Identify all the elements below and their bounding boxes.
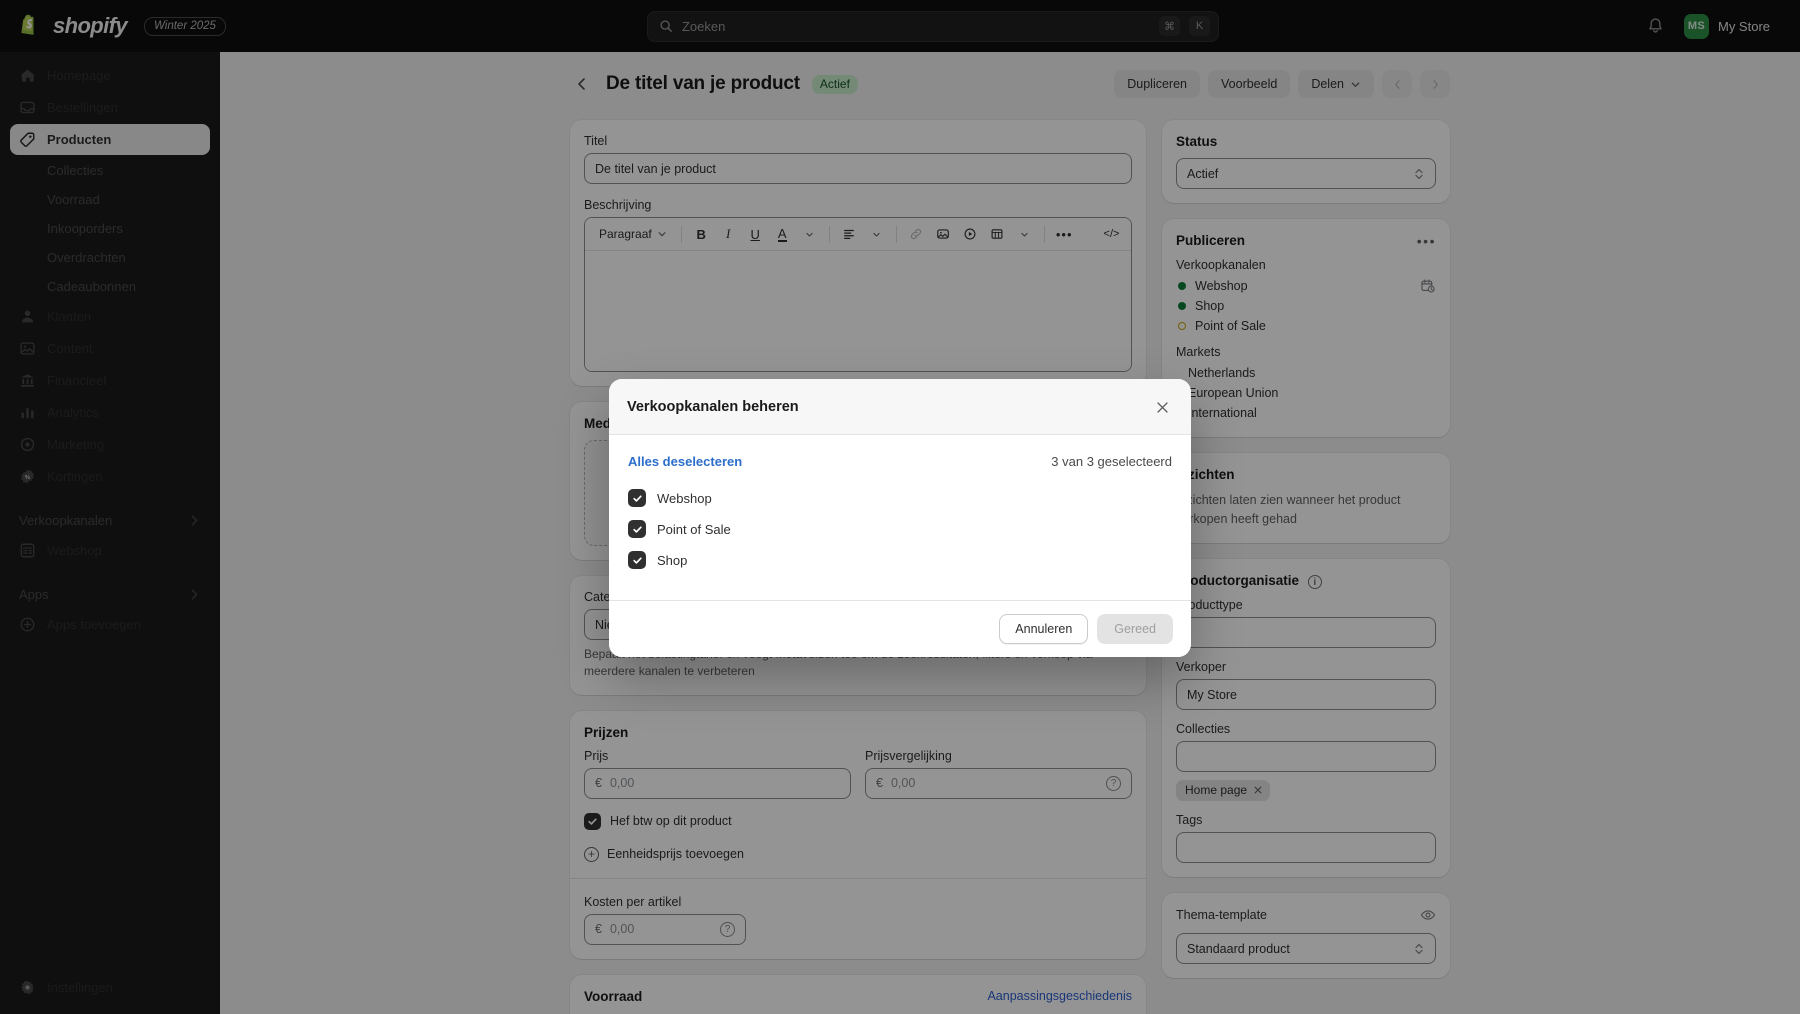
- modal-header: Verkoopkanalen beheren: [609, 379, 1191, 435]
- channel-option-label: Point of Sale: [657, 521, 731, 537]
- cancel-button[interactable]: Annuleren: [999, 614, 1089, 644]
- channel-option-webshop[interactable]: Webshop: [628, 485, 1172, 511]
- channel-option-point-of-sale[interactable]: Point of Sale: [628, 516, 1172, 542]
- check-icon: [632, 556, 642, 564]
- check-icon: [632, 494, 642, 502]
- manage-channels-modal: Verkoopkanalen beheren Alles deselectere…: [609, 379, 1191, 657]
- modal-top-row: Alles deselecteren 3 van 3 geselecteerd: [628, 454, 1172, 469]
- selection-count: 3 van 3 geselecteerd: [1051, 454, 1172, 469]
- confirm-button: Gereed: [1097, 614, 1173, 644]
- channel-option-label: Shop: [657, 552, 688, 568]
- modal-title: Verkoopkanalen beheren: [627, 399, 799, 415]
- deselect-all-link[interactable]: Alles deselecteren: [628, 454, 742, 469]
- channel-option-label: Webshop: [657, 490, 712, 506]
- modal-footer: Annuleren Gereed: [609, 600, 1191, 657]
- modal-body: Alles deselecteren 3 van 3 geselecteerd …: [609, 435, 1191, 600]
- app-root: shopify Winter 2025 Zoeken ⌘ K MS My Sto…: [0, 0, 1800, 1014]
- channel-option-shop[interactable]: Shop: [628, 547, 1172, 573]
- close-icon: [1156, 401, 1168, 413]
- check-icon: [632, 525, 642, 533]
- channel-checkbox[interactable]: [628, 520, 646, 538]
- close-button[interactable]: [1151, 396, 1173, 418]
- channel-checkbox[interactable]: [628, 551, 646, 569]
- channel-checkbox[interactable]: [628, 489, 646, 507]
